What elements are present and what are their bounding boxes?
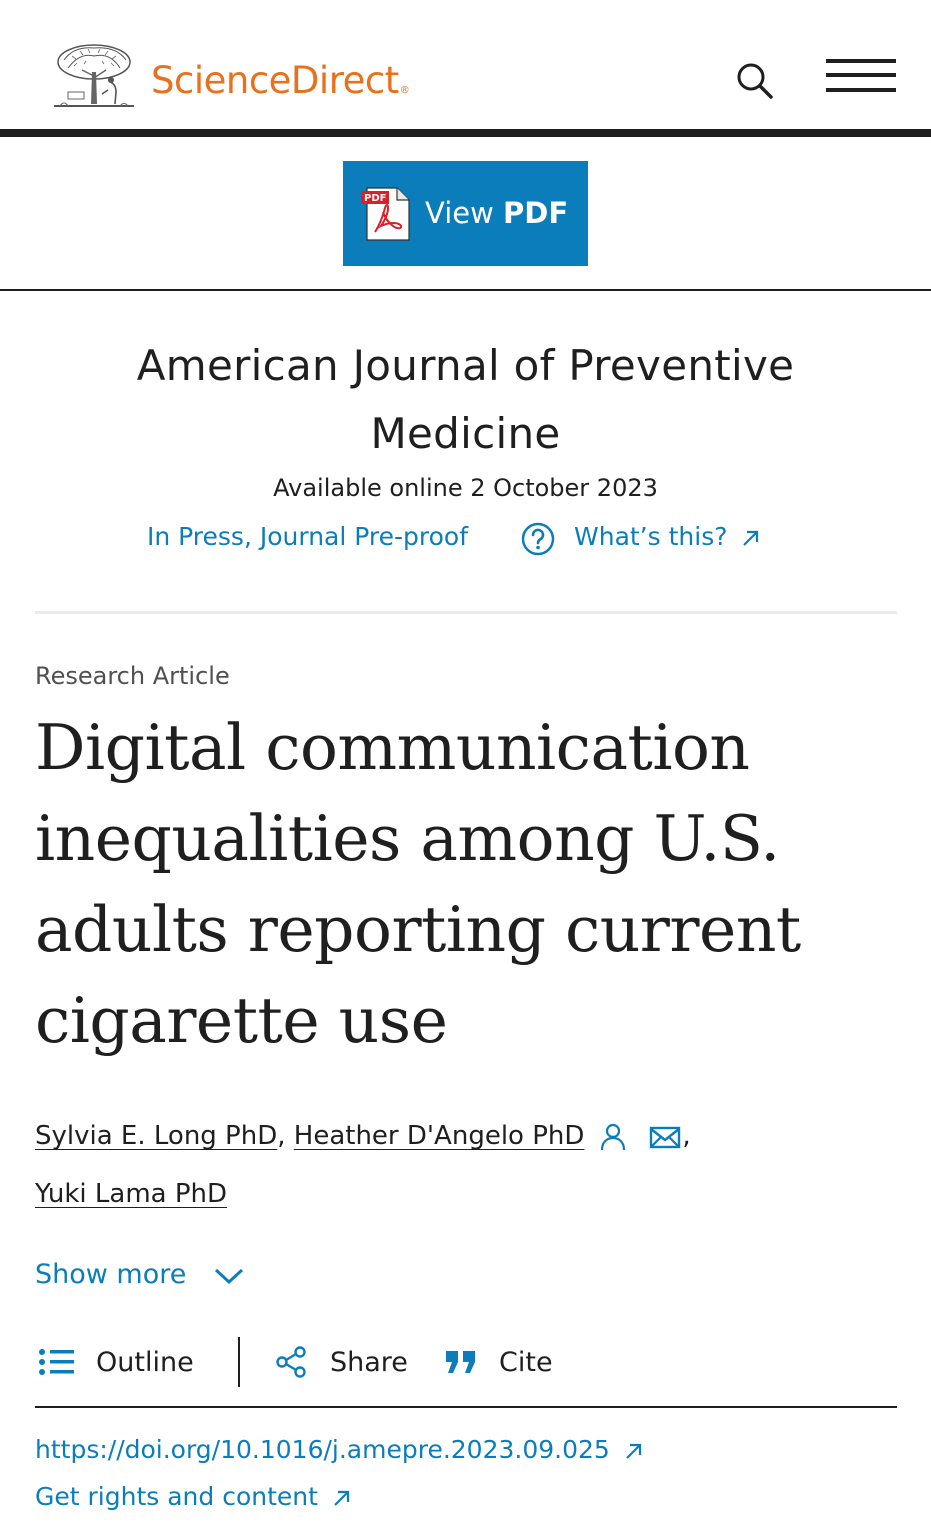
view-pdf-button[interactable]: PDF View PDF: [343, 161, 588, 266]
view-pdf-label-strong: PDF: [503, 196, 569, 230]
hamburger-menu-icon-bar: [826, 88, 896, 92]
brand-name[interactable]: ScienceDirect®: [151, 56, 410, 106]
brand-text: ScienceDirect: [151, 59, 399, 102]
publication-status-row: In Press, Journal Pre-proof What’s this?: [0, 517, 931, 559]
journal-title[interactable]: American Journal of Preventive Medicine: [60, 332, 871, 468]
rights-link-text: Get rights and content: [35, 1482, 318, 1511]
article-title: Digital communication inequalities among…: [35, 711, 801, 1057]
outline-label: Outline: [96, 1346, 194, 1378]
pdf-divider: [0, 289, 931, 291]
envelope-icon[interactable]: [648, 1120, 682, 1154]
toolbar-divider: [238, 1337, 240, 1387]
view-pdf-label: View PDF: [425, 189, 568, 237]
outline-button[interactable]: Outline: [38, 1334, 194, 1390]
view-pdf-label-prefix: View: [425, 196, 494, 230]
quote-icon: [446, 1351, 475, 1373]
pdf-bar: PDF View PDF: [0, 137, 931, 290]
pdf-icon-text: PDF: [364, 193, 386, 204]
article-type-label: Research Article: [35, 662, 230, 690]
share-icon: [276, 1346, 306, 1378]
author-link[interactable]: Heather D'Angelo PhD: [294, 1121, 585, 1151]
elsevier-tree-logo-icon[interactable]: [54, 42, 134, 112]
menu-button[interactable]: [826, 56, 898, 96]
external-link-arrow-icon: [334, 1490, 349, 1506]
in-press-status-link[interactable]: In Press, Journal Pre-proof: [147, 517, 468, 557]
external-link-arrow-icon: [743, 530, 759, 546]
list-icon: [39, 1349, 74, 1375]
article-toolbar: Outline Share Cite: [35, 1334, 897, 1390]
share-button[interactable]: Share: [274, 1334, 408, 1390]
cite-label: Cite: [499, 1346, 553, 1378]
person-icon[interactable]: [596, 1120, 630, 1154]
hamburger-menu-icon: [826, 59, 896, 63]
rights-and-content-link[interactable]: Get rights and content: [35, 1477, 352, 1517]
author-link[interactable]: Sylvia E. Long PhD: [35, 1121, 277, 1151]
author-link[interactable]: Yuki Lama PhD: [35, 1179, 227, 1209]
availability-date: Available online 2 October 2023: [273, 474, 658, 502]
show-more-toggle[interactable]: Show more: [35, 1254, 245, 1296]
external-link-arrow-icon: [626, 1443, 641, 1459]
show-more-label: Show more: [35, 1259, 187, 1290]
cite-button[interactable]: Cite: [445, 1334, 553, 1390]
doi-link[interactable]: https://doi.org/10.1016/j.amepre.2023.09…: [35, 1430, 644, 1470]
toolbar-divider-line: [35, 1406, 897, 1408]
section-divider: [35, 611, 897, 614]
header-divider: [0, 129, 931, 137]
search-button[interactable]: [734, 60, 776, 102]
pdf-file-icon: PDF: [361, 187, 410, 241]
share-label: Share: [330, 1346, 408, 1378]
registered-mark: ®: [399, 85, 410, 96]
author-list: Sylvia E. Long PhD, Heather D'Angelo PhD…: [35, 1120, 691, 1209]
whats-this-label: What’s this?: [574, 522, 728, 551]
question-circle-icon[interactable]: [520, 521, 556, 557]
search-icon: [737, 63, 773, 99]
whats-this-link[interactable]: What’s this?: [574, 517, 761, 557]
chevron-down-icon: [214, 1268, 243, 1284]
site-header: ScienceDirect®: [0, 0, 931, 130]
hamburger-menu-icon-bar: [826, 73, 896, 77]
doi-link-text: https://doi.org/10.1016/j.amepre.2023.09…: [35, 1435, 610, 1464]
